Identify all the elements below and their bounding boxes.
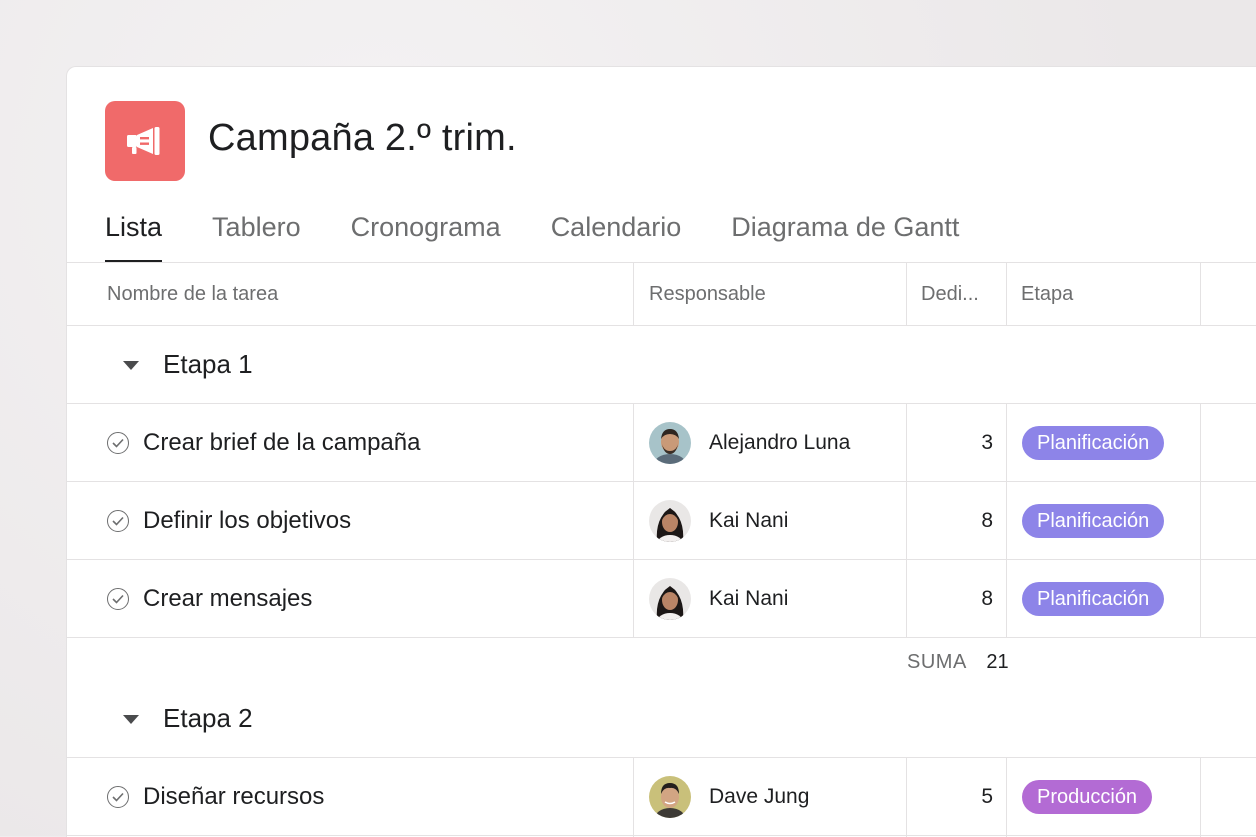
- project-icon: [105, 101, 185, 181]
- section-header-etapa-2[interactable]: Etapa 2: [123, 680, 253, 756]
- section-sum: SUMA 21: [907, 647, 1009, 677]
- column-header-effort[interactable]: Dedi...: [921, 263, 1001, 325]
- avatar: [649, 499, 691, 542]
- tab-cronograma[interactable]: Cronograma: [351, 207, 501, 263]
- tab-tablero[interactable]: Tablero: [212, 207, 301, 263]
- stage-badge[interactable]: Planificación: [1022, 504, 1165, 538]
- check-circle-icon[interactable]: [107, 587, 129, 610]
- table-row[interactable]: Diseñar recursos Dave Jung 5 Producción: [67, 758, 1256, 835]
- column-divider: [633, 263, 634, 325]
- stage-badge[interactable]: Planificación: [1022, 582, 1165, 616]
- stage-badge[interactable]: Producción: [1022, 780, 1153, 814]
- check-circle-icon[interactable]: [107, 431, 129, 454]
- tab-diagrama-de-gantt[interactable]: Diagrama de Gantt: [731, 207, 959, 263]
- assignee-name: Kai Nani: [709, 586, 789, 610]
- megaphone-icon: [127, 127, 160, 155]
- check-circle-icon[interactable]: [107, 509, 129, 532]
- section-label: Etapa 2: [163, 702, 253, 733]
- column-header-assignee[interactable]: Responsable: [649, 263, 889, 325]
- effort-value[interactable]: 8: [909, 560, 993, 637]
- sum-value: 21: [986, 651, 1009, 673]
- task-name[interactable]: Diseñar recursos: [143, 783, 324, 811]
- table-row[interactable]: Crear mensajes Kai Nani 8 Planificación: [67, 560, 1256, 637]
- assignee-name: Alejandro Luna: [709, 430, 851, 454]
- row-divider: [67, 637, 1256, 638]
- table-row[interactable]: Crear brief de la campaña Alejandro Luna…: [67, 404, 1256, 481]
- project-panel: Campaña 2.º trim. Lista Tablero Cronogra…: [66, 66, 1256, 837]
- effort-value[interactable]: 3: [909, 404, 993, 481]
- avatar: [649, 577, 691, 620]
- view-tabs: Lista Tablero Cronograma Calendario Diag…: [105, 207, 1009, 263]
- task-name[interactable]: Crear mensajes: [143, 585, 312, 613]
- task-name[interactable]: Crear brief de la campaña: [143, 429, 420, 457]
- effort-value[interactable]: 5: [909, 758, 993, 835]
- column-divider: [906, 263, 907, 325]
- check-circle-icon[interactable]: [107, 785, 129, 808]
- column-header-stage[interactable]: Etapa: [1021, 263, 1191, 325]
- stage-badge[interactable]: Planificación: [1022, 426, 1165, 460]
- sum-label: SUMA: [907, 651, 967, 673]
- assignee-name: Dave Jung: [709, 784, 810, 808]
- assignee-name: Kai Nani: [709, 508, 789, 532]
- section-header-etapa-1[interactable]: Etapa 1: [123, 326, 253, 402]
- caret-down-icon[interactable]: [123, 714, 139, 724]
- column-divider: [1200, 263, 1201, 325]
- avatar: [649, 421, 691, 464]
- avatar: [649, 775, 691, 818]
- effort-value[interactable]: 8: [909, 482, 993, 559]
- caret-down-icon[interactable]: [123, 360, 139, 370]
- column-header-task[interactable]: Nombre de la tarea: [107, 263, 607, 325]
- section-label: Etapa 1: [163, 348, 253, 379]
- tab-calendario[interactable]: Calendario: [551, 207, 682, 263]
- task-name[interactable]: Definir los objetivos: [143, 507, 351, 535]
- project-title: Campaña 2.º trim.: [208, 117, 517, 159]
- tab-lista[interactable]: Lista: [105, 207, 163, 263]
- table-row[interactable]: Definir los objetivos Kai Nani 8 Planifi…: [67, 482, 1256, 559]
- column-divider: [1006, 263, 1007, 325]
